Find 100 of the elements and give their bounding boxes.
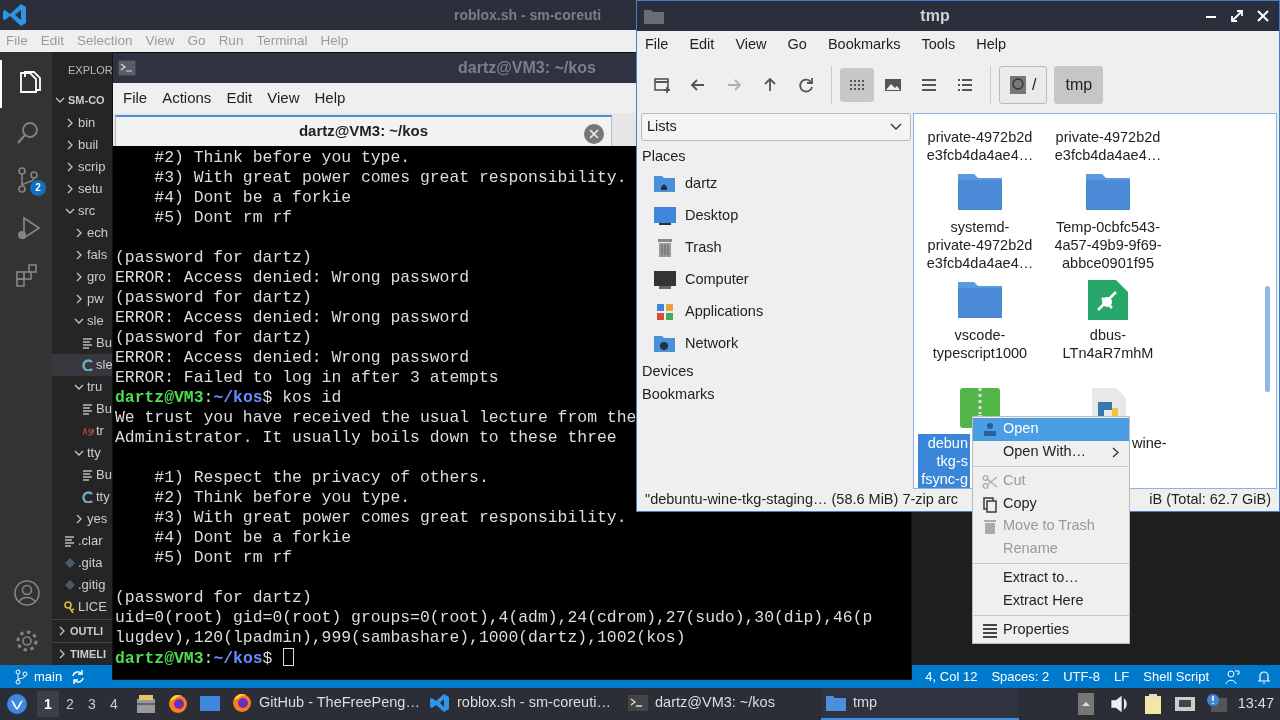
- tree-item[interactable]: .gita: [52, 552, 112, 574]
- file-name[interactable]: wine-: [1130, 434, 1169, 452]
- tree-item[interactable]: Bu: [52, 464, 112, 486]
- place-item[interactable]: dartz: [639, 168, 913, 200]
- file-name[interactable]: private-4972b2d e3fcb4da4ae4…: [1052, 128, 1164, 164]
- menu-item[interactable]: Help: [314, 86, 346, 110]
- tree-item[interactable]: .clar: [52, 530, 112, 552]
- file-cabinet-icon[interactable]: [135, 693, 157, 715]
- start-menu-icon[interactable]: [6, 693, 28, 715]
- menu-item[interactable]: View: [267, 86, 300, 110]
- tree-item[interactable]: pw: [52, 288, 112, 310]
- tree-item[interactable]: bin: [52, 112, 112, 134]
- file-name[interactable]: vscode- typescript1000: [930, 326, 1030, 362]
- notification-icon[interactable]: [1205, 693, 1228, 715]
- section-header[interactable]: Devices: [639, 360, 913, 383]
- menu-item[interactable]: Help: [976, 34, 1007, 56]
- path-button[interactable]: /: [999, 66, 1048, 104]
- menu-item[interactable]: Actions: [162, 86, 212, 110]
- menu-item[interactable]: Go: [787, 34, 807, 56]
- workspace-button[interactable]: 1: [37, 691, 59, 717]
- view-dropdown[interactable]: Lists: [641, 113, 911, 141]
- section-header[interactable]: Bookmarks: [639, 383, 913, 406]
- menu-item[interactable]: Extract to…: [973, 567, 1129, 590]
- tree-item[interactable]: sle: [52, 310, 112, 332]
- tree-item[interactable]: gro: [52, 266, 112, 288]
- menu-item[interactable]: Copy: [973, 492, 1129, 515]
- task-button[interactable]: dartz@VM3: ~/kos: [623, 688, 821, 720]
- account-icon[interactable]: [12, 578, 42, 608]
- file-name[interactable]: dbus- LTn4aR7mhM: [1060, 326, 1156, 362]
- task-button[interactable]: GitHub - TheFreePeng…: [227, 688, 425, 720]
- prompt-sigil: $: [262, 649, 273, 668]
- branch-button[interactable]: main: [10, 666, 67, 687]
- file-name[interactable]: debun tkg-s fsync-g: [918, 434, 970, 488]
- tree-item[interactable]: src: [52, 200, 112, 222]
- menu-item[interactable]: Tools: [921, 34, 956, 56]
- tree-root[interactable]: SM-CO: [52, 88, 112, 112]
- person-feedback-icon[interactable]: [1224, 668, 1240, 685]
- workspace-button[interactable]: 2: [59, 691, 81, 717]
- file-name[interactable]: systemd- private-4972b2d e3fcb4da4ae4…: [924, 218, 1036, 272]
- menu-item[interactable]: Edit: [226, 86, 253, 110]
- status-text: iB (Total: 62.7 GiB): [1149, 490, 1271, 510]
- source-control-tab[interactable]: 2: [0, 156, 52, 204]
- menu-item[interactable]: Properties: [973, 619, 1129, 642]
- task-button[interactable]: tmp: [821, 688, 1019, 720]
- prompt-path: ~/kos: [213, 649, 263, 668]
- tree-item[interactable]: Bu: [52, 332, 112, 354]
- path-button[interactable]: tmp: [1054, 66, 1104, 104]
- workspace-button[interactable]: 3: [81, 691, 103, 717]
- tree-item[interactable]: setu: [52, 178, 112, 200]
- bell-icon[interactable]: [1256, 668, 1272, 685]
- place-item[interactable]: Desktop: [639, 200, 913, 232]
- terminal-icon: [627, 692, 649, 714]
- firefox-icon: [231, 692, 253, 714]
- prompt-separator: :: [203, 388, 214, 407]
- scrollbar[interactable]: [1265, 286, 1270, 392]
- tree-item[interactable]: tru: [52, 376, 112, 398]
- status-item[interactable]: Spaces: 2: [984, 666, 1057, 687]
- window-title: roblox.sh - sm-coreuti: [454, 5, 602, 25]
- firefox-icon[interactable]: [167, 693, 189, 715]
- menu-item[interactable]: Edit: [689, 34, 715, 56]
- tree-item[interactable]: .gitig: [52, 574, 112, 596]
- count-badge: 2: [30, 180, 46, 196]
- menu-item[interactable]: File: [123, 86, 148, 110]
- place-item[interactable]: Trash: [639, 232, 913, 264]
- folder-icon: [643, 7, 665, 25]
- menu-item[interactable]: Open With…: [973, 440, 1129, 463]
- tree-item[interactable]: Bu: [52, 398, 112, 420]
- place-item[interactable]: Network: [639, 328, 913, 360]
- menu-item[interactable]: Extract Here: [973, 589, 1129, 612]
- terminal-line: #1) Respect the privacy of others.: [153, 468, 489, 488]
- menu-item[interactable]: Bookmarks: [827, 34, 901, 56]
- tree-item[interactable]: buil: [52, 134, 112, 156]
- tree-item[interactable]: fals: [52, 244, 112, 266]
- terminal-tab[interactable]: dartz@VM3: ~/kos: [115, 115, 612, 146]
- clock[interactable]: 13:47: [1237, 693, 1274, 715]
- tree-item[interactable]: tty: [52, 486, 112, 508]
- tree-item[interactable]: scrip: [52, 156, 112, 178]
- tree-item[interactable]: sle: [52, 354, 112, 376]
- tree-item[interactable]: tr: [52, 420, 112, 442]
- workspace-button[interactable]: 4: [103, 691, 125, 717]
- tree-item[interactable]: LICE: [52, 596, 112, 618]
- maximize-icon[interactable]: [1231, 10, 1243, 22]
- close-icon[interactable]: [1257, 10, 1269, 22]
- status-item[interactable]: 4, Col 12: [923, 666, 985, 687]
- view-mode-button[interactable]: [840, 68, 874, 102]
- status-item[interactable]: LF: [1107, 666, 1137, 687]
- status-item[interactable]: Shell Script: [1136, 666, 1216, 687]
- menu-item[interactable]: View: [735, 34, 767, 56]
- place-item[interactable]: Computer: [639, 264, 913, 296]
- status-item[interactable]: UTF-8: [1056, 666, 1108, 687]
- file-name[interactable]: private-4972b2d e3fcb4da4ae4…: [924, 128, 1036, 164]
- file-name[interactable]: Temp-0cbfc543- 4a57-49b9-9f69- abbce0901f95: [1052, 218, 1164, 272]
- tree-item[interactable]: yes: [52, 508, 112, 530]
- task-button[interactable]: roblox.sh - sm-coreuti…: [425, 688, 623, 720]
- key-icon: [64, 601, 76, 613]
- lines-file-icon: [82, 403, 94, 415]
- place-item[interactable]: Applications: [639, 296, 913, 328]
- menu-item[interactable]: File: [645, 34, 669, 56]
- tree-item[interactable]: tty: [52, 442, 112, 464]
- tree-item[interactable]: ech: [52, 222, 112, 244]
